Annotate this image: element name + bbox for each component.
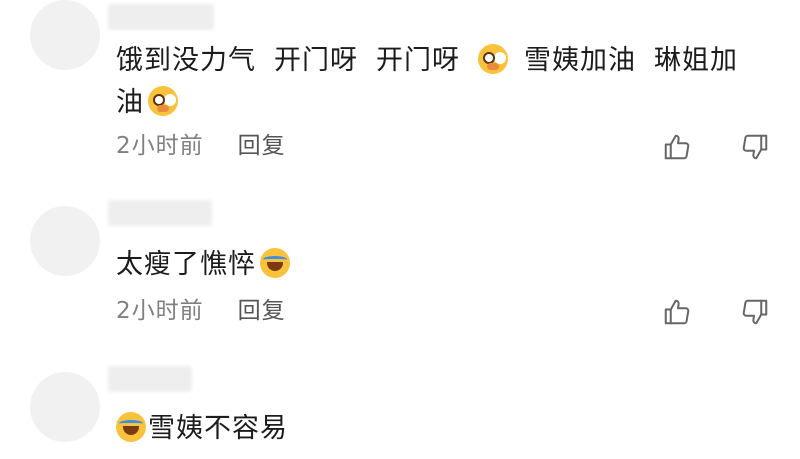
comment-text-segment: 饿到没力气 bbox=[116, 45, 256, 76]
comment-meta: 2小时前 回复 bbox=[116, 131, 286, 161]
avatar[interactable] bbox=[30, 206, 100, 276]
avatar[interactable] bbox=[30, 372, 100, 442]
comment-text-segment: 油 bbox=[116, 87, 144, 118]
username-redacted[interactable] bbox=[108, 4, 214, 30]
username-redacted[interactable] bbox=[108, 200, 212, 226]
comment-text: 饿到没力气 开门呀 开门呀 雪姨加油 琳姐加油 bbox=[116, 40, 766, 124]
comment-text: 雪姨不容易 bbox=[116, 408, 766, 450]
timestamp: 2小时前 bbox=[116, 133, 204, 159]
reply-button[interactable]: 回复 bbox=[238, 298, 286, 324]
timestamp: 2小时前 bbox=[116, 298, 204, 324]
comment-text-segment: 雪姨不容易 bbox=[148, 413, 288, 444]
thumbs-up-icon[interactable] bbox=[662, 132, 692, 162]
comment-text-segment: 太瘦了憔悴 bbox=[116, 249, 256, 280]
comment-text: 太瘦了憔悴 bbox=[116, 244, 766, 286]
thumbs-down-icon[interactable] bbox=[740, 132, 770, 162]
pleading-face-emoji bbox=[478, 44, 508, 74]
comment-item: 雪姨不容易 bbox=[0, 362, 800, 459]
comment-text-segment: 琳姐加 bbox=[654, 45, 738, 76]
pleading-face-emoji bbox=[148, 86, 178, 116]
comment-text-segment: 雪姨加油 bbox=[524, 45, 636, 76]
thumbs-down-icon[interactable] bbox=[740, 297, 770, 327]
avatar[interactable] bbox=[30, 0, 100, 70]
thumbs-up-icon[interactable] bbox=[662, 297, 692, 327]
comment-item: 太瘦了憔悴 2小时前 回复 bbox=[0, 190, 800, 350]
comment-meta: 2小时前 回复 bbox=[116, 296, 286, 326]
reply-button[interactable]: 回复 bbox=[238, 133, 286, 159]
comment-text-segment: 开门呀 bbox=[376, 45, 460, 76]
username-redacted[interactable] bbox=[108, 366, 192, 392]
laughing-crying-face-emoji bbox=[260, 248, 290, 278]
laughing-crying-face-emoji bbox=[116, 412, 146, 442]
comment-text-segment: 开门呀 bbox=[274, 45, 358, 76]
comment-item: 饿到没力气 开门呀 开门呀 雪姨加油 琳姐加油 2小时前 回复 bbox=[0, 0, 800, 180]
